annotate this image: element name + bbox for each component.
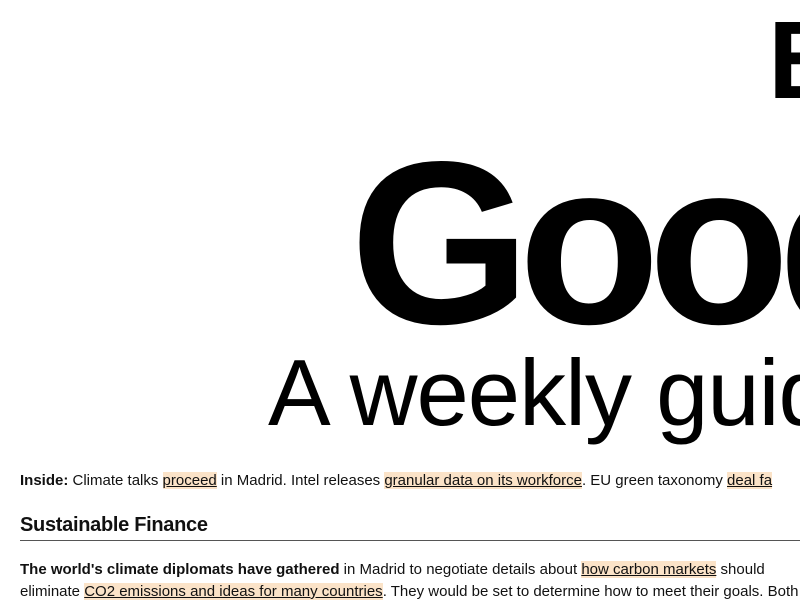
inside-link-taxonomy[interactable]: deal fa	[727, 472, 773, 489]
inside-text: . EU green taxonomy	[581, 472, 728, 489]
inside-text: Climate talks	[68, 472, 163, 489]
paragraph-line: eliminate CO2 emissions and ideas for ma…	[20, 581, 800, 600]
paragraph-line: The world's climate diplomats have gathe…	[20, 559, 800, 581]
inside-label: Inside:	[20, 472, 69, 489]
section-heading: Sustainable Finance	[20, 512, 800, 541]
masthead-banner: B Good A weekly guid	[0, 0, 800, 460]
masthead-tagline: A weekly guid	[268, 340, 800, 445]
paragraph-text: in Madrid to negotiate details about	[339, 561, 582, 578]
paragraph-link-carbon-markets[interactable]: how carbon markets	[581, 561, 717, 578]
inside-link-proceed[interactable]: proceed	[162, 472, 217, 489]
inside-summary: Inside: Climate talks proceed in Madrid.…	[20, 470, 800, 492]
paragraph-lead: The world's climate diplomats have gathe…	[20, 561, 340, 578]
paragraph-link-emissions[interactable]: CO2 emissions and ideas for many countri…	[84, 583, 383, 600]
paragraph-text: eliminate	[20, 583, 85, 600]
paragraph-text: . They would be set to determine how to …	[382, 583, 800, 600]
paragraph-text: should	[716, 561, 765, 578]
masthead-brand: B	[768, 6, 800, 116]
inside-link-workforce[interactable]: granular data on its workforce	[384, 472, 582, 489]
inside-text: in Madrid. Intel releases	[216, 472, 385, 489]
masthead-title: Good	[350, 114, 800, 373]
newsletter-body: Inside: Climate talks proceed in Madrid.…	[20, 470, 800, 600]
